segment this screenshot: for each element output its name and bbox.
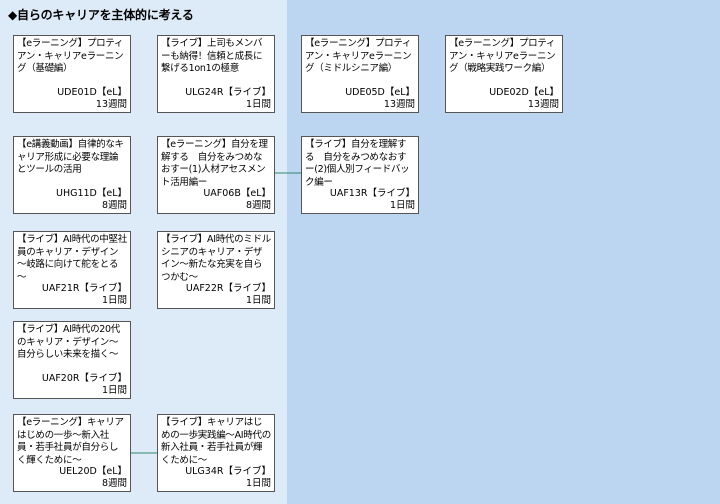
- course-name: 【ライブ】キャリアはじめの一歩実践編～AI時代の新入社員・若手社員が輝くために～: [161, 417, 271, 466]
- course-duration: 1日間: [245, 478, 271, 489]
- course-code: UAF13R【ライブ】: [329, 188, 415, 199]
- course-code: UAF20R【ライブ】: [41, 373, 127, 384]
- course-duration: 13週間: [383, 99, 415, 110]
- course-duration: 8週間: [101, 478, 127, 489]
- course-card[interactable]: 【ライブ】キャリアはじめの一歩実践編～AI時代の新入社員・若手社員が輝くために～…: [157, 414, 275, 492]
- course-name: 【ライブ】自分を理解する 自分をみつめなおすー(2)個人別フィードバック編ー: [305, 139, 410, 188]
- course-name: 【e講義動画】自律的なキャリア形成に必要な理論とツールの活用: [17, 139, 124, 175]
- course-duration: 1日間: [389, 200, 415, 211]
- course-card[interactable]: 【eラーニング】キャリアはじめの一歩～新入社員・若手社員が自分らしく輝くために～…: [13, 414, 131, 492]
- course-duration: 8週間: [101, 200, 127, 211]
- course-code: UDE01D【eL】: [57, 87, 127, 98]
- course-card[interactable]: 【ライブ】上司もメンバーも納得！信頼と成長に繋げる1on1の極意 ULG24R【…: [157, 35, 275, 113]
- course-code: UAF21R【ライブ】: [41, 283, 127, 294]
- course-name: 【ライブ】AI時代の20代のキャリア・デザイン～自分らしい未来を描く～: [17, 324, 120, 360]
- course-duration: 13週間: [527, 99, 559, 110]
- course-card[interactable]: 【e講義動画】自律的なキャリア形成に必要な理論とツールの活用 UHG11D【eL…: [13, 136, 131, 214]
- course-name: 【eラーニング】自分を理解する 自分をみつめなおすー(1)人材アセスメント活用編…: [161, 139, 268, 188]
- course-code: UDE02D【eL】: [489, 87, 559, 98]
- course-code: UDE05D【eL】: [345, 87, 415, 98]
- course-card[interactable]: 【ライブ】AI時代の中堅社員のキャリア・デザイン～岐路に向けて舵をとる～ UAF…: [13, 231, 131, 309]
- course-code: UAF06B【eL】: [203, 188, 271, 199]
- course-duration: 13週間: [95, 99, 127, 110]
- course-name: 【ライブ】上司もメンバーも納得！信頼と成長に繋げる1on1の極意: [161, 38, 263, 74]
- course-name: 【eラーニング】プロティアン・キャリアeラーニング（ミドルシニア編）: [305, 38, 412, 74]
- course-code: ULG24R【ライブ】: [185, 87, 271, 98]
- course-name: 【ライブ】AI時代のミドルシニアのキャリア・デザイン～新たな充実を自らつかむ～: [161, 234, 271, 283]
- course-duration: 1日間: [101, 385, 127, 396]
- course-duration: 1日間: [101, 295, 127, 306]
- course-name: 【eラーニング】キャリアはじめの一歩～新入社員・若手社員が自分らしく輝くために～: [17, 417, 124, 466]
- course-card[interactable]: 【eラーニング】プロティアン・キャリアeラーニング（ミドルシニア編） UDE05…: [301, 35, 419, 113]
- course-name: 【eラーニング】プロティアン・キャリアeラーニング（基礎編）: [17, 38, 124, 74]
- course-code: UEL20D【eL】: [59, 466, 127, 477]
- course-code: ULG34R【ライブ】: [185, 466, 271, 477]
- course-card[interactable]: 【ライブ】自分を理解する 自分をみつめなおすー(2)個人別フィードバック編ー U…: [301, 136, 419, 214]
- course-name: 【eラーニング】プロティアン・キャリアeラーニング（戦略実践ワーク編）: [449, 38, 556, 74]
- course-name: 【ライブ】AI時代の中堅社員のキャリア・デザイン～岐路に向けて舵をとる～: [17, 234, 127, 283]
- course-card[interactable]: 【eラーニング】自分を理解する 自分をみつめなおすー(1)人材アセスメント活用編…: [157, 136, 275, 214]
- course-duration: 8週間: [245, 200, 271, 211]
- course-card[interactable]: 【ライブ】AI時代のミドルシニアのキャリア・デザイン～新たな充実を自らつかむ～ …: [157, 231, 275, 309]
- course-duration: 1日間: [245, 295, 271, 306]
- course-duration: 1日間: [245, 99, 271, 110]
- course-card[interactable]: 【eラーニング】プロティアン・キャリアeラーニング（戦略実践ワーク編） UDE0…: [445, 35, 563, 113]
- course-code: UHG11D【eL】: [56, 188, 127, 199]
- course-card[interactable]: 【eラーニング】プロティアン・キャリアeラーニング（基礎編） UDE01D【eL…: [13, 35, 131, 113]
- course-code: UAF22R【ライブ】: [185, 283, 271, 294]
- course-card[interactable]: 【ライブ】AI時代の20代のキャリア・デザイン～自分らしい未来を描く～ UAF2…: [13, 321, 131, 399]
